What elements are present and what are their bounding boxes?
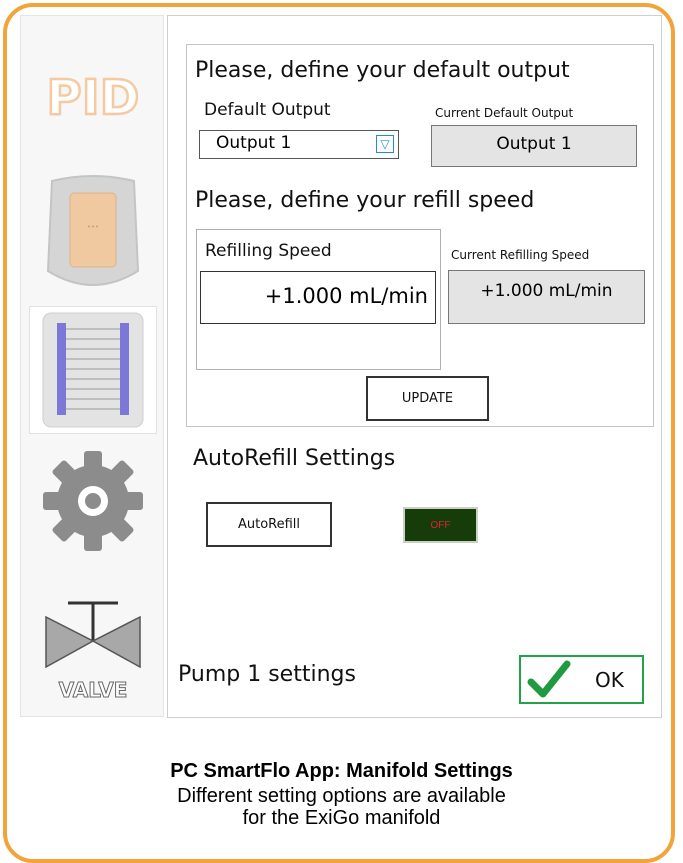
refilling-speed-label: Refilling Speed xyxy=(205,241,332,261)
chevron-down-icon[interactable]: ▽ xyxy=(376,135,394,153)
current-default-output-box: Output 1 xyxy=(431,125,637,167)
pid-icon: PID xyxy=(45,69,140,126)
gear-icon xyxy=(43,451,143,551)
ok-button[interactable]: OK xyxy=(519,655,644,704)
update-button[interactable]: UPDATE xyxy=(366,376,489,421)
default-output-value: Output 1 xyxy=(216,133,292,153)
current-refilling-speed-value: +1.000 mL/min xyxy=(480,281,613,301)
caption-line-2: for the ExiGo manifold xyxy=(242,807,441,829)
sidebar-item-manifold[interactable] xyxy=(29,306,157,434)
autorefill-button[interactable]: AutoRefill xyxy=(206,502,332,547)
ok-label: OK xyxy=(595,668,624,692)
autorefill-toggle-label: OFF xyxy=(430,519,451,531)
caption-line-1: Different setting options are available xyxy=(177,785,506,807)
valve-icon: VALVE xyxy=(45,601,141,702)
svg-text:•••: ••• xyxy=(87,223,99,231)
default-output-label: Default Output xyxy=(204,100,331,120)
sidebar: PID ••• VALVE xyxy=(20,15,164,717)
default-output-heading: Please, define your default output xyxy=(195,58,570,83)
current-default-output-value: Output 1 xyxy=(496,134,572,154)
refill-speed-heading: Please, define your refill speed xyxy=(195,188,535,213)
caption-title: PC SmartFlo App: Manifold Settings xyxy=(170,760,513,782)
sidebar-item-pump[interactable]: ••• xyxy=(29,166,157,306)
current-refilling-speed-label: Current Refilling Speed xyxy=(451,248,590,262)
current-default-output-label: Current Default Output xyxy=(435,106,574,120)
refilling-speed-input[interactable]: +1.000 mL/min xyxy=(200,271,436,324)
refilling-speed-value: +1.000 mL/min xyxy=(264,284,428,308)
pump-settings-title: Pump 1 settings xyxy=(178,662,356,687)
checkmark-icon xyxy=(527,660,571,698)
autorefill-toggle[interactable]: OFF xyxy=(403,507,478,543)
default-output-select[interactable]: Output 1 ▽ xyxy=(199,130,399,159)
current-refilling-speed-box: +1.000 mL/min xyxy=(448,270,645,324)
pid-label: PID xyxy=(47,70,140,126)
manifold-icon xyxy=(42,312,144,428)
autorefill-heading: AutoRefill Settings xyxy=(193,446,396,471)
sidebar-item-valve[interactable]: VALVE xyxy=(29,586,157,711)
pump-device-icon: ••• xyxy=(46,175,140,286)
valve-label: VALVE xyxy=(59,678,128,702)
sidebar-item-pid[interactable]: PID xyxy=(29,36,157,156)
sidebar-item-settings[interactable] xyxy=(29,441,157,561)
